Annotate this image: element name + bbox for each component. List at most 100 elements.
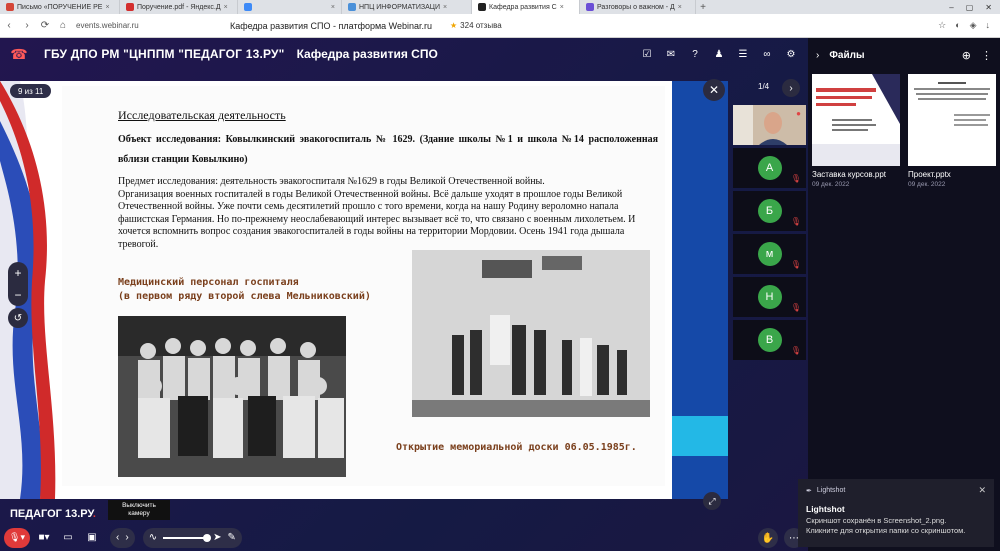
new-tab-button[interactable]: + — [696, 2, 710, 13]
eraser-icon[interactable]: ✎ — [227, 532, 235, 543]
back-icon[interactable]: ‹ — [0, 20, 18, 31]
close-presentation-button[interactable]: ✕ — [703, 79, 725, 101]
photo-caption-memorial: Открытие мемориальной доски 06.05.1985г. — [396, 442, 637, 453]
file-date: 09 дек. 2022 — [908, 181, 946, 188]
bottom-toolbar: 🎙▾ ■▾ ▭ ▣ ‹ › ∿ ➤ ✎ ✋ ⋯ — [0, 524, 808, 551]
home-icon[interactable]: ⌂ — [54, 20, 72, 31]
tab-label: Письмо «ПОРУЧЕНИЕ РЕ — [17, 3, 103, 11]
participant-tile[interactable]: А 🎙 — [733, 148, 806, 188]
file-item[interactable]: Проект.pptx 09 дек. 2022 — [908, 74, 996, 188]
zoom-control: + − — [8, 262, 28, 306]
app-header: ☎ ГБУ ДПО РМ "ЦНППМ "ПЕДАГОГ 13.РУ" Кафе… — [0, 38, 808, 70]
zoom-in-icon[interactable]: + — [14, 266, 21, 280]
files-header: › Файлы ⊕ ⋮ — [808, 38, 1000, 72]
browser-tab-razgovory[interactable]: Разговоры о важном - Д × — [580, 0, 696, 14]
toast-app: Lightshot — [806, 504, 845, 514]
chat-icon[interactable]: ✉ — [664, 47, 678, 61]
link-icon[interactable]: ∞ — [760, 47, 774, 61]
mic-muted-icon: 🎙 — [790, 260, 801, 269]
forward-icon[interactable]: › — [18, 20, 36, 31]
question-icon[interactable]: ? — [688, 47, 702, 61]
toast-header: Lightshot — [816, 487, 846, 494]
pointer-icon[interactable]: ➤ — [213, 532, 221, 543]
brand-logo: ПЕДАГОГ 13.РУ. — [10, 508, 96, 520]
avatar: Б — [757, 199, 782, 223]
fullscreen-icon[interactable]: ⤢ — [703, 492, 721, 510]
participant-tile[interactable]: Б 🎙 — [733, 191, 806, 231]
shield-icon[interactable]: ◈ — [970, 20, 977, 31]
next-slide-icon[interactable]: › — [125, 532, 128, 543]
camera-toggle-button[interactable]: ■▾ — [34, 528, 54, 548]
minimize-icon[interactable]: – — [949, 3, 953, 12]
reviews-count: 324 отзыва — [460, 21, 502, 30]
photo-caption-staff: Медицинский персонал госпиталя (в первом… — [118, 277, 371, 302]
close-icon[interactable]: × — [443, 4, 447, 11]
slide-content: Исследовательская деятельность Объект ис… — [62, 86, 665, 486]
star-icon: ★ — [450, 21, 458, 30]
mic-toggle-button[interactable]: 🎙▾ — [4, 527, 30, 548]
slide-side-bar — [672, 81, 728, 499]
participant-tile[interactable]: В 🎙 — [733, 320, 806, 360]
slide-body-line: Предмет исследования: деятельность эвако… — [118, 176, 545, 187]
close-window-icon[interactable]: ✕ — [985, 3, 992, 12]
maximize-icon[interactable]: ▢ — [966, 3, 974, 12]
browser-tab-npc[interactable]: НПЦ ИНФОРМАТИЗАЦИ × — [342, 0, 472, 14]
users-icon[interactable]: ☰ — [736, 47, 750, 61]
file-item[interactable]: Заставка курсов.ppt 09 дек. 2022 — [812, 74, 900, 188]
screen-share-button[interactable]: ▭ — [58, 528, 78, 548]
slide-counter: 9 из 11 — [10, 84, 52, 98]
mic-muted-icon: 🎙 — [790, 346, 801, 355]
camera-tooltip: Выключить камеру — [108, 500, 170, 520]
raise-hand-button[interactable]: ✋ — [758, 528, 778, 548]
participant-tile[interactable]: м 🎙 — [733, 234, 806, 274]
participant-video[interactable]: ● — [733, 105, 806, 145]
close-icon[interactable]: × — [224, 4, 228, 11]
user-icon[interactable]: ♟ — [712, 47, 726, 61]
checklist-icon[interactable]: ☑ — [640, 47, 654, 61]
draw-tools: ∿ ➤ ✎ — [142, 527, 242, 548]
avatar: Н — [757, 285, 782, 309]
download-icon[interactable]: ↓ — [986, 20, 991, 31]
bookmark-icon[interactable]: ☆ — [938, 20, 946, 31]
tab-label: Кафедра развития С — [489, 3, 557, 11]
reviews-badge[interactable]: ★ 324 отзыва — [450, 21, 502, 30]
settings-icon[interactable]: ⚙ — [784, 47, 798, 61]
close-icon[interactable]: × — [560, 4, 564, 11]
file-name: Заставка курсов.ppt — [812, 170, 886, 179]
reload-icon[interactable]: ⟳ — [36, 20, 54, 31]
participants-next-button[interactable]: › — [782, 79, 800, 97]
photo-memorial-opening — [412, 250, 650, 417]
url-field[interactable]: events.webinar.ru — [76, 21, 216, 30]
prev-slide-icon[interactable]: ‹ — [116, 532, 119, 543]
files-panel: › Файлы ⊕ ⋮ Заставка курсов.ppt 09 дек. … — [808, 38, 1000, 551]
presentation-button[interactable]: ▣ — [82, 528, 102, 548]
collapse-icon[interactable]: › — [816, 50, 819, 61]
browser-tab-webinar[interactable]: Кафедра развития С × — [472, 0, 580, 14]
add-icon[interactable]: ⊕ — [962, 49, 971, 62]
hangup-icon[interactable]: ☎ — [8, 43, 30, 65]
reset-zoom-icon[interactable]: ↺ — [8, 308, 28, 328]
close-icon[interactable]: ✕ — [978, 485, 986, 496]
brush-size-slider[interactable] — [163, 533, 212, 542]
slide-title: Исследовательская деятельность — [118, 108, 286, 122]
extension-icon[interactable]: ◐ — [955, 20, 960, 31]
browser-tab-pdf[interactable]: Поручение.pdf - Яндекс.Д × — [120, 0, 238, 14]
photo-medical-staff — [118, 316, 346, 477]
participant-tile[interactable]: Н 🎙 — [733, 277, 806, 317]
browser-tab-mail[interactable]: Письмо «ПОРУЧЕНИЕ РЕ × — [0, 0, 120, 14]
avatar: м — [757, 242, 782, 266]
site-icon — [348, 3, 356, 11]
feather-icon: ✒ — [806, 487, 812, 495]
file-thumbnail — [812, 74, 900, 166]
lightshot-notification[interactable]: ✒ Lightshot ✕ Lightshot Скриншот сохранё… — [798, 479, 994, 547]
tab-label: НПЦ ИНФОРМАТИЗАЦИ — [359, 3, 441, 11]
participants-page: 1/4 — [758, 82, 770, 91]
close-icon[interactable]: × — [105, 4, 109, 11]
pen-icon[interactable]: ∿ — [149, 532, 157, 543]
zoom-out-icon[interactable]: − — [14, 288, 21, 302]
close-icon[interactable]: × — [331, 4, 335, 11]
close-icon[interactable]: × — [678, 4, 682, 11]
browser-tab-blank[interactable]: × — [238, 0, 342, 14]
avatar: А — [757, 156, 782, 180]
more-vertical-icon[interactable]: ⋮ — [981, 49, 992, 62]
